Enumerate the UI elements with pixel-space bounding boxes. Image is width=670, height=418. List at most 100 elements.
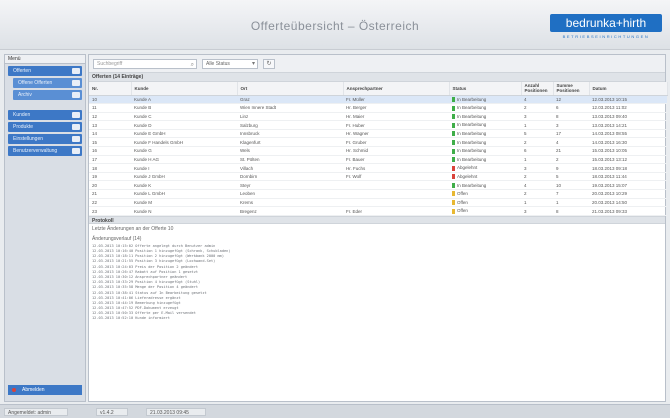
status-user: Angemeldet: admin [4, 408, 68, 416]
table-cell: 17 [553, 129, 589, 139]
sidebar-item-badge-icon [72, 124, 80, 130]
table-cell: 3 [553, 120, 589, 130]
table-cell: 3 [521, 206, 553, 216]
sidebar-item-label: Kunden [13, 112, 31, 118]
table-cell: Offen [449, 206, 521, 216]
column-header[interactable]: Summe Positionen [553, 82, 590, 96]
table-cell: Kunde D [131, 120, 237, 130]
table-row[interactable]: 13 Kunde D Salzburg Fr. Huber In Bearbeitung… [89, 120, 667, 130]
table-row[interactable]: 11 Kunde B Wien Innere Stadt Hr. Berger In B… [89, 103, 667, 113]
offers-table: Nr. Kunde Ort Ansprechpartner Status Anzahl P… [89, 82, 668, 216]
sidebar-item[interactable]: Einstellungen [8, 134, 82, 144]
table-cell: Kunde L GmbH [131, 189, 237, 199]
sidebar-item[interactable]: Benutzerverwaltung [8, 146, 82, 156]
table-cell: In Bearbeitung [449, 103, 521, 113]
table-row[interactable]: 21 Kunde L GmbH Leoben Offen 2 7 20.03.2013 10… [89, 189, 667, 199]
table-row[interactable]: 17 Kunde H AG St. Pölten Fr. Bauer In Bearbe… [89, 155, 667, 165]
table-row[interactable]: 22 Kunde M Krems Offen 1 1 20.03.2013 14:50 [89, 198, 667, 208]
table-cell: 15 [89, 137, 131, 148]
table-cell: 12 [553, 95, 589, 105]
status-text: Offen [457, 199, 468, 205]
column-header[interactable]: Kunde [131, 82, 238, 96]
table-cell: 2 [521, 189, 553, 199]
table-cell: Graz [237, 95, 343, 105]
search-placeholder: Suchbegriff [97, 61, 123, 67]
column-header[interactable]: Anzahl Positionen [521, 82, 554, 96]
column-header[interactable]: Nr. [89, 82, 132, 96]
status-text: Abgelehnt [457, 165, 478, 171]
table-row[interactable]: 10 Kunde A Graz Fr. Müller In Bearbeitung 4 12… [89, 95, 667, 105]
app-header: Offerteübersicht – Österreich bedrunka+h… [0, 0, 670, 50]
table-cell: Kunde J GmbH [131, 172, 237, 182]
column-header[interactable]: Status [449, 82, 522, 96]
table-row[interactable]: 16 Kunde G Wels Hr. Schmid In Bearbeitung 6 21… [89, 146, 667, 156]
table-header-row: Nr. Kunde Ort Ansprechpartner Status Anzahl P… [89, 82, 668, 96]
status-text: Offen [457, 191, 468, 197]
status-indicator-icon [452, 191, 455, 197]
table-row[interactable]: 18 Kunde I Villach Hr. Fuchs Abgelehnt 3 9 18.0… [89, 163, 667, 173]
sidebar-item[interactable]: Produkte [8, 122, 82, 132]
table-cell: 15.03.2013 13:12 [589, 155, 667, 165]
table-cell: 10 [89, 95, 131, 105]
status-indicator-icon [452, 200, 455, 206]
table-cell: 2 [521, 172, 553, 182]
table-cell: 13 [89, 120, 131, 130]
sidebar-item-badge-icon [72, 112, 80, 118]
table-cell: 14.03.2013 08:55 [589, 129, 667, 139]
table-row[interactable]: 19 Kunde J GmbH Dornbirn Fr. Wolf Abgelehnt 2… [89, 172, 667, 182]
table-cell: 12.03.2013 11:02 [589, 103, 667, 113]
table-row[interactable]: 20 Kunde K Steyr In Bearbeitung 4 10 19.03.201… [89, 180, 667, 191]
table-cell: Abgelehnt [449, 163, 521, 173]
table-cell: Leoben [237, 189, 343, 199]
search-input[interactable]: Suchbegriff ⌕ [93, 59, 197, 69]
sidebar-item[interactable]: Archiv [13, 90, 82, 100]
table-cell: Fr. Müller [343, 95, 449, 105]
table-cell [343, 198, 449, 208]
table-cell: 2 [521, 137, 553, 148]
table-cell: Hr. Wagner [343, 129, 449, 139]
table-cell: 5 [521, 129, 553, 139]
table-cell: Hr. Fuchs [343, 163, 449, 173]
status-text: In Bearbeitung [457, 113, 487, 119]
sidebar-item-badge-icon [72, 80, 80, 86]
table-cell: 17 [89, 155, 131, 165]
table-cell: Kunde C [131, 112, 237, 122]
logout-button[interactable]: Abmelden [8, 385, 82, 395]
sidebar-item-badge-icon [72, 136, 80, 142]
table-cell: In Bearbeitung [449, 95, 521, 105]
table-row[interactable]: 12 Kunde C Linz Hr. Maier In Bearbeitung 3 8 13… [89, 112, 667, 122]
table-cell: 16 [89, 146, 131, 156]
table-cell: 13.03.2013 14:21 [589, 120, 667, 130]
table-cell: In Bearbeitung [449, 137, 521, 148]
log-subtitle: Letzte Änderungen an der Offerte 10 [92, 225, 174, 232]
column-header[interactable]: Ansprechpartner [343, 82, 450, 96]
table-cell: 4 [521, 180, 553, 191]
status-date: 21.03.2013 09:45 [146, 408, 206, 416]
table-cell: Kunde N [131, 206, 237, 216]
sidebar-item[interactable]: Kunden [8, 110, 82, 120]
sidebar-item-label: Offene Offerten [18, 80, 53, 86]
status-indicator-icon [452, 139, 455, 145]
sidebar-item[interactable]: Offene Offerten [13, 78, 82, 88]
status-filter-select[interactable]: Alle Status ▾ [202, 59, 258, 69]
table-cell: In Bearbeitung [449, 180, 521, 191]
table-row[interactable]: 15 Kunde F Handels GmbH Klagenfurt Fr. Grub… [89, 137, 667, 148]
table-cell: Steyr [237, 180, 343, 191]
log-list: 12.03.2013 10:15:02 Offerte angelegt dur… [89, 242, 665, 324]
table-cell: Offen [449, 189, 521, 199]
sidebar-item[interactable]: Offerten [8, 66, 82, 76]
table-cell: St. Pölten [237, 155, 343, 165]
column-header[interactable]: Ort [237, 82, 344, 96]
table-title: Offerten (14 Einträge) [89, 73, 665, 82]
sidebar-item-label: Offerten [13, 68, 31, 74]
table-cell: In Bearbeitung [449, 120, 521, 130]
status-version: v1.4.2 [96, 408, 128, 416]
table-row[interactable]: 14 Kunde E GmbH Innsbruck Hr. Wagner In Bear… [89, 129, 667, 139]
column-header[interactable]: Datum [589, 82, 668, 96]
refresh-button[interactable]: ↻ [263, 59, 275, 69]
table-cell: 6 [521, 146, 553, 156]
status-indicator-icon [452, 157, 455, 163]
table-cell: Kunde M [131, 198, 237, 208]
table-row[interactable]: 23 Kunde N Bregenz Fr. Eder Offen 3 8 21.03.201… [89, 206, 667, 216]
status-text: Offen [457, 208, 468, 214]
